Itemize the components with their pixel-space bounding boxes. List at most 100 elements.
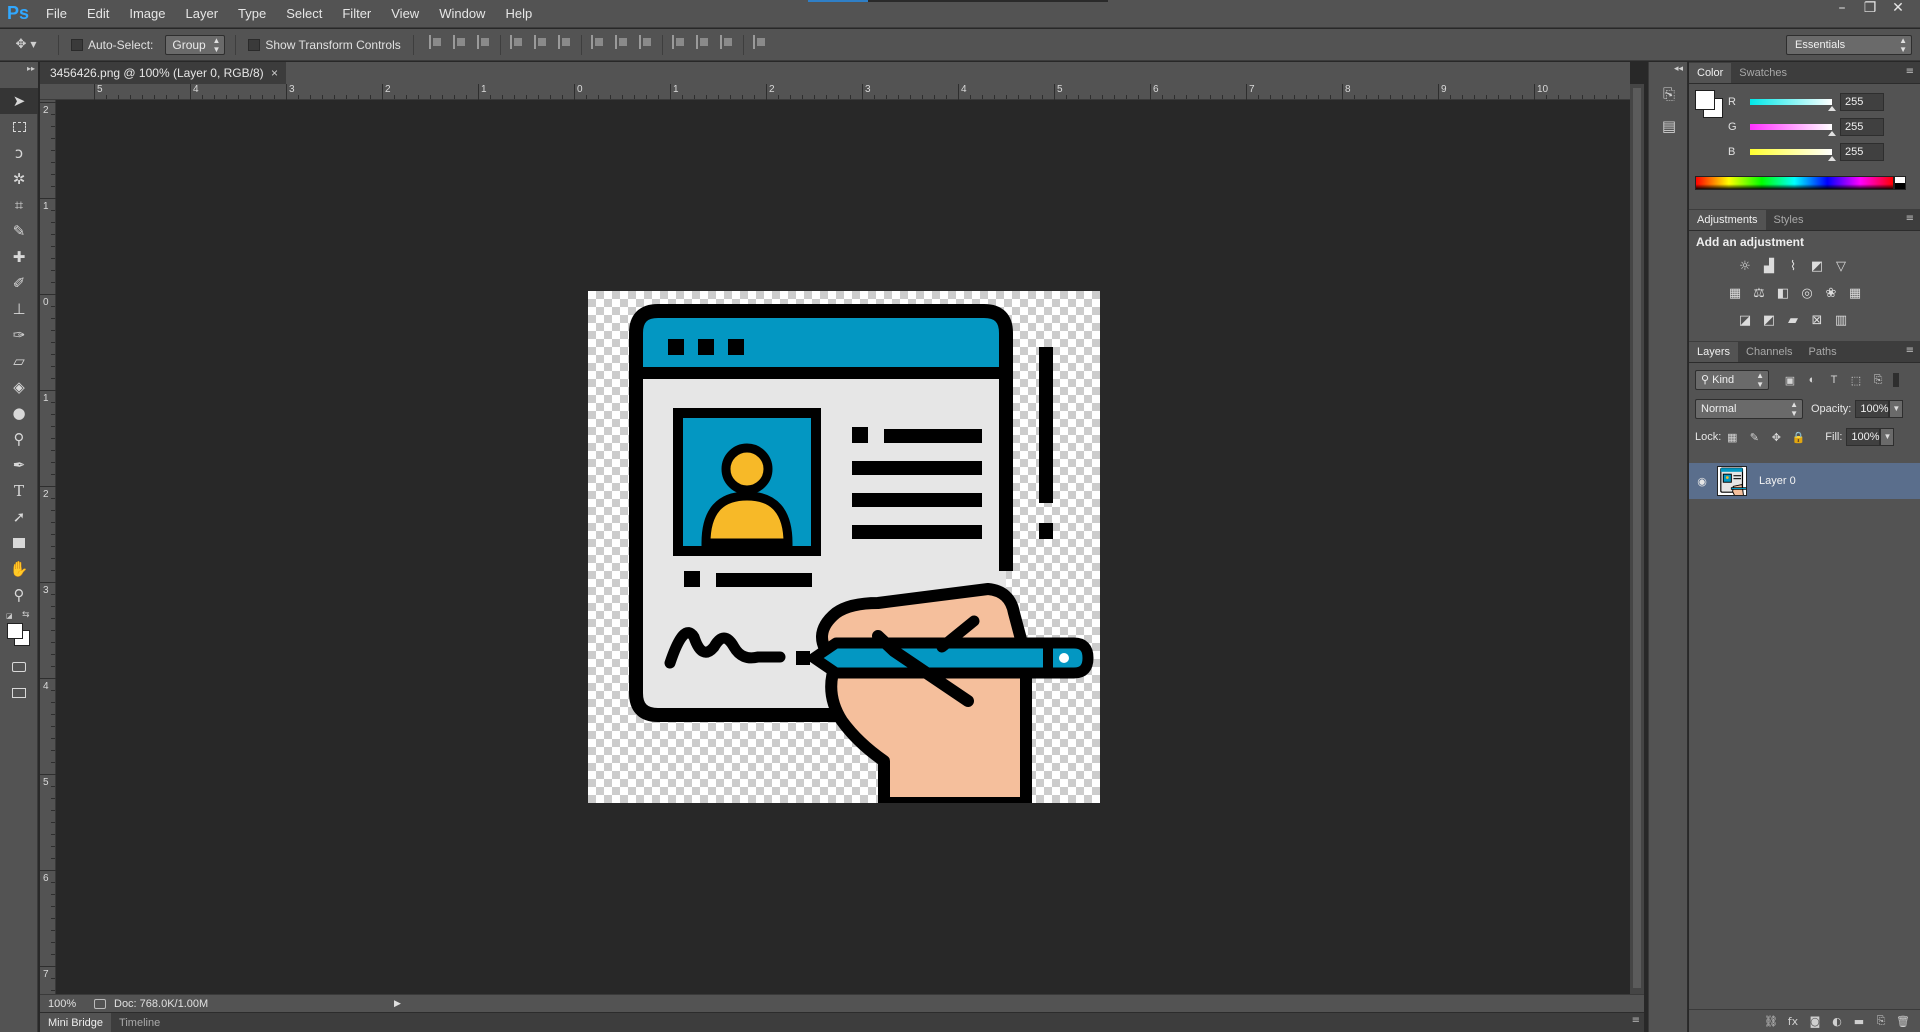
b-slider[interactable] <box>1750 149 1836 161</box>
invert-icon[interactable]: ◪ <box>1733 309 1757 331</box>
minimize-button[interactable]: – <box>1828 0 1856 18</box>
auto-select-checkbox[interactable] <box>71 38 83 51</box>
layer-row[interactable]: ◉ Layer 0 <box>1689 463 1920 499</box>
show-transform-checkbox[interactable] <box>248 38 261 51</box>
status-menu-arrow-icon[interactable]: ▶ <box>394 998 401 1009</box>
g-slider[interactable] <box>1750 124 1836 136</box>
opacity-input[interactable]: 100% <box>1855 400 1890 418</box>
canvas-area[interactable] <box>57 101 1629 994</box>
lock-pixels-icon[interactable]: ✎ <box>1743 431 1765 444</box>
layer-thumbnail[interactable] <box>1717 466 1747 496</box>
g-value[interactable]: 255 <box>1840 118 1884 136</box>
distribute-left-icon[interactable] <box>671 34 686 49</box>
menu-layer[interactable]: Layer <box>176 0 229 28</box>
exposure-icon[interactable]: ◩ <box>1805 255 1829 277</box>
align-bottom-icon[interactable] <box>476 34 491 49</box>
add-mask-icon[interactable]: ◙ <box>1804 1015 1826 1028</box>
type-filter-icon[interactable]: T <box>1823 374 1845 386</box>
opacity-dropdown-icon[interactable]: ▼ <box>1889 400 1904 418</box>
vertical-scrollbar[interactable] <box>1630 84 1644 994</box>
scrollbar-thumb[interactable] <box>1633 88 1641 988</box>
hue-saturation-icon[interactable]: ▦ <box>1723 282 1747 304</box>
zoom-level[interactable]: 100% <box>40 998 90 1010</box>
filter-toggle[interactable] <box>1893 373 1899 387</box>
tab-styles[interactable]: Styles <box>1766 210 1812 230</box>
r-slider[interactable] <box>1750 99 1836 111</box>
tab-adjustments[interactable]: Adjustments <box>1689 210 1766 230</box>
foreground-color-swatch[interactable] <box>7 623 23 639</box>
distribute-right-icon[interactable] <box>719 34 734 49</box>
lock-transparency-icon[interactable]: ▦ <box>1721 431 1743 444</box>
close-button[interactable]: ✕ <box>1884 0 1912 18</box>
lasso-tool[interactable]: ↄ <box>0 140 38 166</box>
default-colors-icon[interactable]: ◪ <box>6 612 13 620</box>
quick-mask-tool[interactable] <box>0 654 38 680</box>
tab-mini-bridge[interactable]: Mini Bridge <box>40 1012 112 1032</box>
restore-button[interactable]: ❐ <box>1856 0 1884 18</box>
history-panel-icon[interactable]: ⎘ <box>1649 78 1689 110</box>
pen-tool[interactable]: ✒ <box>0 452 38 478</box>
selective-color-icon[interactable]: ⊠ <box>1805 309 1829 331</box>
shape-tool[interactable] <box>0 530 38 556</box>
eyedropper-tool[interactable]: ✎ <box>0 218 38 244</box>
fill-dropdown-icon[interactable]: ▼ <box>1880 428 1895 446</box>
panel-menu-icon[interactable]: ≡ <box>1632 1015 1640 1026</box>
properties-panel-icon[interactable]: ▤ <box>1649 110 1689 142</box>
tab-layers[interactable]: Layers <box>1689 342 1739 362</box>
zoom-tool[interactable]: ⚲ <box>0 582 38 608</box>
color-lookup-icon[interactable]: ▦ <box>1843 282 1867 304</box>
menu-filter[interactable]: Filter <box>332 0 381 28</box>
distribute-hcenter-icon[interactable] <box>695 34 710 49</box>
fx-icon[interactable]: fx <box>1782 1015 1804 1028</box>
posterize-icon[interactable]: ◩ <box>1757 309 1781 331</box>
r-value[interactable]: 255 <box>1840 93 1884 111</box>
kind-filter-dropdown[interactable]: ⚲ Kind ▲ ▼ <box>1695 370 1769 390</box>
document-image[interactable] <box>588 291 1100 809</box>
auto-select-dropdown[interactable]: Group ▲ ▼ <box>165 34 226 55</box>
tab-paths[interactable]: Paths <box>1801 342 1845 362</box>
crop-tool[interactable]: ⌗ <box>0 192 38 218</box>
link-layers-icon[interactable]: ⛓ <box>1760 1015 1782 1028</box>
eraser-tool[interactable]: ▱ <box>0 348 38 374</box>
collapse-icon[interactable]: ▸▸ <box>27 64 35 73</box>
document-tab[interactable]: 3456426.png @ 100% (Layer 0, RGB/8) × <box>40 62 286 84</box>
clone-stamp-tool[interactable]: ⊥ <box>0 296 38 322</box>
type-tool[interactable]: T <box>0 478 38 504</box>
b-value[interactable]: 255 <box>1840 143 1884 161</box>
move-tool[interactable]: ➤ <box>0 88 38 114</box>
blur-tool[interactable]: ● <box>0 400 38 426</box>
curves-icon[interactable]: ⌇ <box>1781 255 1805 277</box>
new-layer-icon[interactable]: ⎘ <box>1870 1014 1892 1028</box>
foreground-swatch[interactable] <box>1695 90 1715 110</box>
align-right-icon[interactable] <box>557 34 572 49</box>
export-icon[interactable] <box>94 998 106 1009</box>
slider-thumb-icon[interactable] <box>1828 106 1836 111</box>
distribute-top-icon[interactable] <box>590 34 605 49</box>
new-group-icon[interactable]: ▬ <box>1848 1015 1870 1028</box>
black-white-icon[interactable]: ◧ <box>1771 282 1795 304</box>
eye-icon[interactable]: ◉ <box>1689 475 1715 488</box>
lock-position-icon[interactable]: ✥ <box>1765 431 1787 444</box>
photo-filter-icon[interactable]: ◎ <box>1795 282 1819 304</box>
tab-color[interactable]: Color <box>1689 63 1732 83</box>
delete-layer-icon[interactable]: 🗑 <box>1892 1015 1914 1028</box>
magic-wand-tool[interactable]: ✲ <box>0 166 38 192</box>
hand-tool[interactable]: ✋ <box>0 556 38 582</box>
align-left-icon[interactable] <box>509 34 524 49</box>
menu-select[interactable]: Select <box>276 0 332 28</box>
slider-thumb-icon[interactable] <box>1828 131 1836 136</box>
slider-thumb-icon[interactable] <box>1828 156 1836 161</box>
panel-menu-icon[interactable]: ≡ <box>1906 345 1914 356</box>
tab-timeline[interactable]: Timeline <box>111 1013 168 1032</box>
panel-menu-icon[interactable]: ≡ <box>1906 66 1914 77</box>
screen-mode-tool[interactable] <box>0 680 38 706</box>
color-swatches[interactable]: ◪ ⇆ <box>0 608 38 654</box>
brush-tool[interactable]: ✐ <box>0 270 38 296</box>
workspace-dropdown[interactable]: Essentials ▲ ▼ <box>1786 35 1912 55</box>
menu-window[interactable]: Window <box>429 0 495 28</box>
fill-input[interactable]: 100% <box>1846 428 1881 446</box>
panel-menu-icon[interactable]: ≡ <box>1906 213 1914 224</box>
lock-all-icon[interactable]: 🔒 <box>1787 431 1809 444</box>
gradient-map-icon[interactable]: ▥ <box>1829 309 1853 331</box>
color-balance-icon[interactable]: ⚖ <box>1747 282 1771 304</box>
